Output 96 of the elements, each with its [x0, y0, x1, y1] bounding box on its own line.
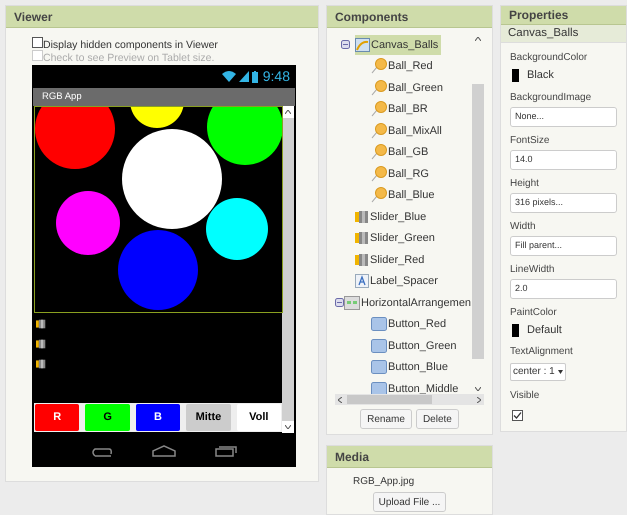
button-icon	[371, 317, 387, 332]
button-icon	[371, 382, 387, 394]
property-field[interactable]: None...	[510, 106, 617, 127]
checkbox[interactable]	[32, 37, 43, 48]
scroll-down-icon[interactable]	[475, 387, 481, 391]
tree-item[interactable]: Ball_MixAll	[371, 120, 445, 141]
ball-icon	[371, 166, 387, 182]
tree-item[interactable]: Button_Blue	[371, 357, 451, 378]
tree-item[interactable]: Canvas_Balls	[355, 34, 442, 55]
property-value: Black	[527, 68, 554, 84]
battery-icon	[252, 70, 258, 82]
home-icon[interactable]	[152, 444, 176, 456]
scroll-up-icon[interactable]	[475, 37, 481, 41]
arrangement-icon	[344, 296, 360, 310]
color-swatch[interactable]	[512, 324, 519, 336]
slider-icon	[35, 359, 47, 369]
upload-button[interactable]: Upload File ...	[372, 492, 446, 512]
tree-item[interactable]: Label_Spacer	[355, 271, 441, 292]
slider-icon	[355, 231, 369, 246]
tree-item[interactable]: HorizontalArrangemen	[344, 292, 472, 313]
color-button[interactable]: Mitte	[186, 404, 231, 431]
scroll-right-icon[interactable]	[477, 396, 481, 402]
property-label: PaintColor	[510, 306, 558, 319]
property-label: BackgroundImage	[510, 92, 592, 104]
color-button[interactable]: Voll	[236, 404, 282, 431]
scroll-down-icon[interactable]	[285, 425, 291, 429]
color-button[interactable]: R	[35, 404, 80, 431]
tree-item[interactable]: Ball_RG	[371, 164, 432, 184]
panel-header: Viewer	[6, 6, 318, 28]
clock: 9:48	[262, 67, 290, 86]
property-field[interactable]: Fill parent...	[510, 236, 617, 256]
panel-button[interactable]: Rename	[360, 409, 412, 429]
property-value: Default	[527, 322, 562, 338]
collapse-icon[interactable]	[340, 40, 350, 50]
tree-item[interactable]: Slider_Blue	[355, 206, 430, 227]
scroll-left-icon[interactable]	[338, 396, 342, 402]
tree-item[interactable]: Button_Red	[371, 314, 450, 334]
dropdown[interactable]: center : 1	[510, 362, 566, 381]
slider-icon	[35, 339, 47, 349]
tree-item[interactable]: Ball_Green	[371, 78, 446, 98]
ball-icon	[371, 122, 387, 139]
tree-item[interactable]: Button_Middle	[371, 378, 462, 394]
slider-icon	[35, 319, 47, 329]
property-label: BackgroundColor	[510, 52, 588, 64]
checkbox[interactable]	[512, 410, 523, 422]
property-label: Width	[510, 220, 537, 233]
tree-item[interactable]: Ball_Red	[371, 56, 436, 76]
slider-icon	[355, 252, 369, 267]
property-label: Height	[510, 178, 540, 190]
tree-item[interactable]: Button_Green	[371, 336, 460, 356]
button-icon	[371, 338, 387, 353]
caret-icon	[558, 370, 563, 374]
label-icon	[355, 274, 369, 288]
ball-icon	[371, 144, 387, 160]
option-label: Display hidden components in Viewer	[43, 39, 218, 52]
scroll-up-icon[interactable]	[285, 110, 291, 114]
scrollbar[interactable]	[472, 34, 484, 394]
horizontal-scrollbar[interactable]	[335, 394, 484, 405]
property-label: Visible	[510, 390, 540, 402]
panel-header: Properties	[501, 6, 626, 25]
color-swatch[interactable]	[512, 69, 519, 82]
color-button[interactable]: G	[85, 404, 130, 431]
tree-item[interactable]: Ball_GB	[371, 142, 432, 162]
selected-component: Canvas_Balls	[501, 25, 626, 44]
color-button[interactable]: B	[136, 404, 180, 431]
wifi-icon	[222, 71, 236, 82]
property-label: TextAlignment	[510, 346, 574, 358]
property-label: FontSize	[510, 134, 550, 147]
property-field[interactable]: 2.0	[510, 278, 617, 299]
button-icon	[371, 360, 387, 374]
property-field[interactable]: 316 pixels...	[510, 192, 617, 213]
ball[interactable]	[206, 198, 268, 260]
ball[interactable]	[56, 191, 120, 255]
tree-item[interactable]: Slider_Green	[355, 228, 438, 248]
panel-header: Media	[327, 446, 492, 468]
panel-header: Components	[327, 6, 492, 28]
tree-item[interactable]: Slider_Red	[355, 250, 428, 270]
collapse-icon[interactable]	[335, 298, 344, 308]
option-label: Check to see Preview on Tablet size.	[43, 52, 214, 65]
ball[interactable]	[122, 129, 222, 229]
media-file[interactable]: RGB_App.jpg	[327, 474, 492, 489]
recents-icon[interactable]	[214, 444, 237, 456]
ball-icon	[371, 187, 387, 204]
ball-icon	[371, 58, 387, 74]
scrollbar[interactable]	[282, 106, 294, 433]
slider-icon	[355, 210, 369, 224]
ball-icon	[371, 101, 387, 118]
signal-icon	[238, 71, 249, 82]
property-label: LineWidth	[510, 264, 556, 276]
canvas-icon	[355, 38, 370, 52]
tree-item[interactable]: Ball_Blue	[371, 185, 438, 206]
app-title-bar: RGB App	[33, 88, 295, 106]
tree-item[interactable]: Ball_BR	[371, 99, 431, 120]
panel-button[interactable]: Delete	[416, 409, 459, 429]
property-field[interactable]: 14.0	[510, 150, 617, 170]
ball-icon	[371, 80, 387, 96]
